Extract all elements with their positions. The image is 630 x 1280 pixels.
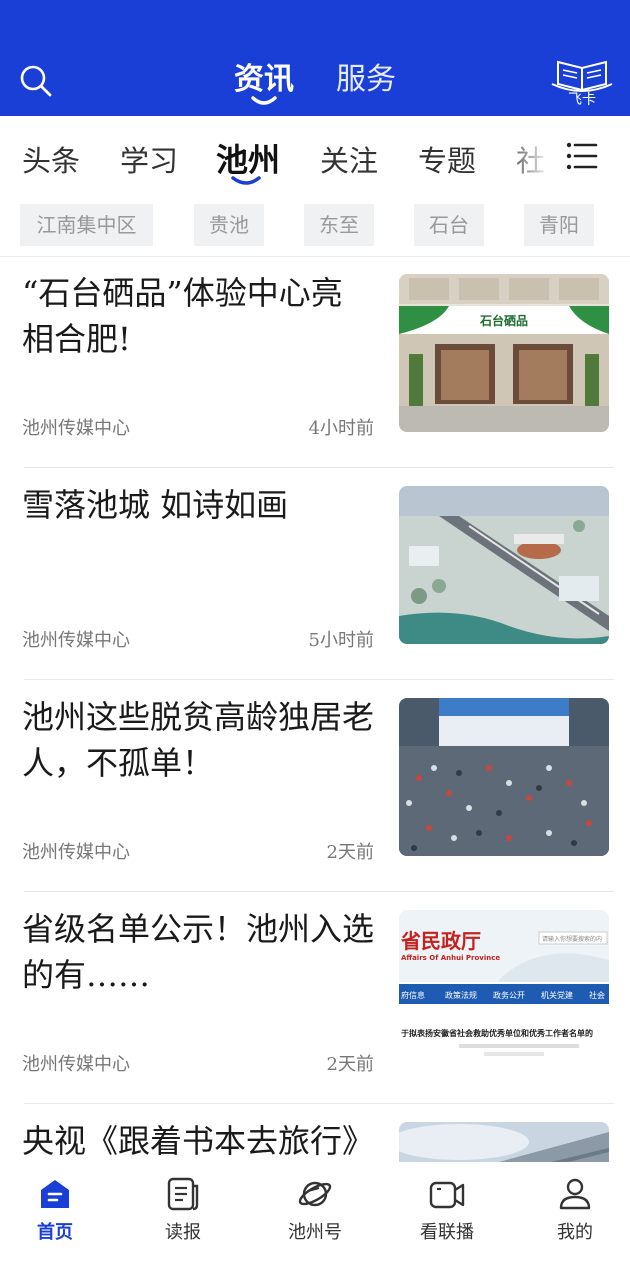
crowd-image [399,698,609,856]
user-icon [559,1178,591,1210]
aerial-city-image [399,486,609,644]
news-item[interactable]: 省级名单公示！池州入选的有…… 池州传媒中心 2天前 省民政厅 Affairs … [0,892,630,1104]
tab-newspaper[interactable]: 读报 [120,1162,246,1280]
channel-follow[interactable]: 关注 [320,138,378,180]
news-thumbnail [399,1122,609,1162]
thumb-nav-item: 府信息 [401,990,425,1000]
news-title: 省级名单公示！池州入选的有…… [22,910,375,994]
tab-broadcast[interactable]: 看联播 [384,1162,510,1280]
tab-newspaper-label: 读报 [165,1222,201,1243]
planet-icon [298,1181,332,1207]
channel-chizhou[interactable]: 池州 [216,135,280,181]
news-thumbnail [399,698,609,856]
news-title: 央视《跟着书本去旅行》 [22,1122,375,1160]
channel-active-indicator [231,176,261,185]
news-time: 2天前 [326,1054,374,1075]
tab-broadcast-label: 看联播 [420,1222,474,1243]
news-thumbnail [399,486,609,644]
video-camera-icon [429,1181,465,1209]
chip-shitai[interactable]: 石台 [414,204,484,246]
chip-jiangnan[interactable]: 江南集中区 [20,204,153,246]
news-thumbnail: 省民政厅 Affairs Of Anhui Province 请输入你想要搜索的… [399,910,609,1068]
channel-menu-button[interactable] [560,140,600,172]
active-tab-indicator [251,96,277,105]
sky-image [399,1122,609,1162]
chip-dongzhi[interactable]: 东至 [304,204,374,246]
thumb-search-box: 请输入你想要搜索的内 [542,935,602,943]
channel-headlines[interactable]: 头条 [22,138,80,180]
tab-chizhou-account[interactable]: 池州号 [252,1162,378,1280]
news-source: 池州传媒中心 [22,1054,130,1075]
chip-qingyang[interactable]: 青阳 [524,204,594,246]
webpage-screenshot-image: 省民政厅 Affairs Of Anhui Province 请输入你想要搜索的… [399,910,609,1068]
news-title: “石台硒品”体验中心亮相合肥! [22,274,343,358]
news-item[interactable]: 雪落池城 如诗如画 池州传媒中心 5小时前 [0,468,630,680]
region-chips: 江南集中区 贵池 东至 石台 青阳 [0,200,630,256]
storefront-sign: 石台硒品 [479,313,528,328]
newspaper-icon [167,1177,199,1211]
tab-services[interactable]: 服务 [336,54,396,98]
news-time: 4小时前 [308,418,374,439]
tab-home-label: 首页 [37,1222,73,1243]
channel-bar: 头条 学习 池州 关注 专题 社 [0,116,630,200]
chip-guichi[interactable]: 贵池 [194,204,264,246]
news-item[interactable]: 央视《跟着书本去旅行》 [0,1104,630,1162]
logo-text: 飞卡 [568,92,596,108]
tab-news[interactable]: 资讯 [234,54,294,98]
search-icon[interactable] [18,63,54,99]
thumb-nav-item: 机关党建 [541,990,573,1000]
feika-logo[interactable]: 飞卡 [548,54,616,108]
news-source: 池州传媒中心 [22,630,130,651]
tab-home[interactable]: 首页 [0,1162,118,1280]
channel-topics[interactable]: 专题 [418,138,476,180]
list-icon [566,142,598,170]
tab-chizhou-account-label: 池州号 [288,1222,342,1243]
tab-profile[interactable]: 我的 [512,1162,630,1280]
news-source: 池州传媒中心 [22,842,130,863]
home-icon [41,1180,69,1208]
bottom-tab-bar: 首页 读报 池州号 看联播 我的 [0,1162,630,1280]
thumb-heading: 省民政厅 [400,929,481,953]
thumb-subheading: Affairs Of Anhui Province [401,954,500,962]
news-thumbnail: 石台硒品 [399,274,609,432]
news-time: 2天前 [326,842,374,863]
news-title: 池州这些脱贫高龄独居老人，不孤单！ [22,698,375,782]
storefront-image: 石台硒品 [399,274,609,432]
news-time: 5小时前 [308,630,374,651]
thumb-nav-item: 政务公开 [493,990,525,1000]
tab-profile-label: 我的 [557,1222,593,1243]
news-item[interactable]: “石台硒品”体验中心亮相合肥! 池州传媒中心 4小时前 石台硒品 [0,256,630,468]
thumb-nav-item: 政策法规 [445,990,477,1000]
thumb-caption: 于拟表扬安徽省社会救助优秀单位和优秀工作者名单的 [401,1028,593,1038]
top-header: 资讯 服务 飞卡 [0,0,630,116]
news-title: 雪落池城 如诗如画 [22,486,289,524]
channel-study[interactable]: 学习 [120,138,178,180]
thumb-nav-item: 社会 [589,990,605,1000]
book-icon: 飞卡 [551,60,613,108]
news-list: “石台硒品”体验中心亮相合肥! 池州传媒中心 4小时前 石台硒品 雪落池城 如诗… [0,256,630,1162]
news-source: 池州传媒中心 [22,418,130,439]
channel-fade [502,116,562,200]
news-item[interactable]: 池州这些脱贫高龄独居老人，不孤单！ 池州传媒中心 2天前 [0,680,630,892]
